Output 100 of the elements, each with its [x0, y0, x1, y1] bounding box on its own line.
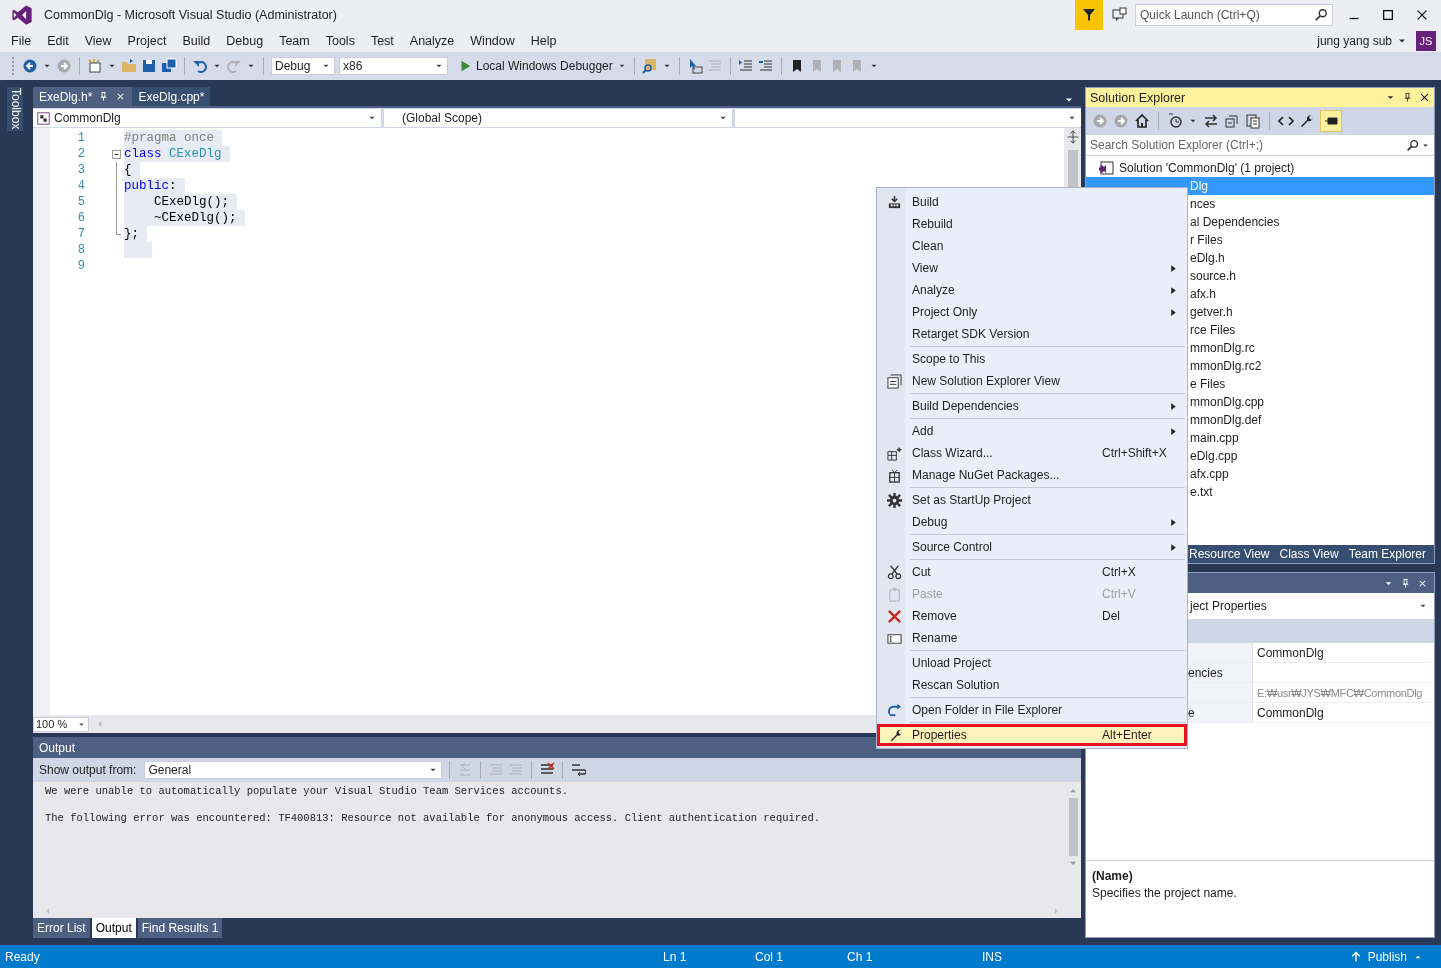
clock-icon[interactable]: [1167, 113, 1183, 129]
sync-icon[interactable]: [1203, 113, 1219, 129]
save-all-icon[interactable]: [161, 58, 177, 74]
save-icon[interactable]: [141, 58, 157, 74]
curved-arrow-icon: [887, 702, 902, 718]
home-icon[interactable]: [1134, 113, 1150, 129]
feedback-icon[interactable]: [1111, 7, 1127, 23]
property-value[interactable]: CommonDlg: [1253, 643, 1434, 662]
undo-icon[interactable]: [192, 58, 208, 74]
window-icon: [887, 373, 902, 389]
menu-item[interactable]: Add: [877, 420, 1187, 442]
user-avatar[interactable]: JS: [1416, 31, 1436, 51]
output-message: The following error was encountered: TF400813: Resource not available for anonymous access. Client authentication required.: [45, 812, 822, 824]
menu-item[interactable]: Remove Del: [877, 605, 1187, 627]
menu-item[interactable]: Clean: [877, 235, 1187, 257]
menu-item[interactable]: Analyze: [877, 279, 1187, 301]
platform-dropdown[interactable]: x86: [339, 57, 448, 75]
search-icon[interactable]: [1406, 138, 1419, 152]
quick-launch-field[interactable]: Quick Launch (Ctrl+Q): [1135, 4, 1333, 26]
word-wrap-icon[interactable]: [570, 762, 587, 778]
user-name[interactable]: jung yang sub: [1317, 34, 1392, 48]
menu-item[interactable]: Rename: [877, 627, 1187, 649]
document-tab[interactable]: ExeDlg.h*: [33, 87, 133, 106]
project-dropdown[interactable]: CommonDlg: [33, 109, 381, 127]
solution-icon: [1098, 160, 1114, 176]
menu-item[interactable]: Project Only: [877, 301, 1187, 323]
panel-tab[interactable]: Class View: [1279, 547, 1339, 561]
panel-tab[interactable]: Find Results 1: [137, 918, 223, 938]
menu-item[interactable]: Help: [522, 34, 565, 48]
menu-item[interactable]: Window: [462, 34, 523, 48]
menu-item[interactable]: Class Wizard... Ctrl+Shift+X: [877, 442, 1187, 464]
menu-item[interactable]: Manage NuGet Packages...: [877, 464, 1187, 486]
insert-mode-indicator: INS: [982, 949, 1002, 964]
menu-item[interactable]: View: [76, 34, 120, 48]
menu-item[interactable]: Analyze: [401, 34, 463, 48]
close-icon[interactable]: [1415, 8, 1429, 22]
line-number: 9: [76, 259, 85, 273]
notification-button[interactable]: [1075, 0, 1103, 30]
menu-item[interactable]: Team: [271, 34, 318, 48]
panel-tab[interactable]: Output: [91, 918, 136, 938]
menu-item[interactable]: Rebuild: [877, 213, 1187, 235]
menu-item[interactable]: Tools: [317, 34, 363, 48]
tree-item[interactable]: Solution 'CommonDlg' (1 project): [1086, 159, 1434, 177]
menu-item[interactable]: File: [3, 34, 40, 48]
search-field[interactable]: Search Solution Explorer (Ctrl+;): [1090, 138, 1404, 152]
menu-item[interactable]: View: [877, 257, 1187, 279]
start-debugging-button[interactable]: Local Windows Debugger: [458, 59, 627, 73]
menu-item[interactable]: Scope to This: [877, 348, 1187, 370]
split-icon[interactable]: [1065, 130, 1080, 144]
column-indicator: Col 1: [755, 949, 784, 964]
remove-icon: [887, 608, 902, 624]
status-text: Ready: [5, 949, 41, 964]
scrollbar-thumb[interactable]: [1068, 798, 1078, 856]
line-number: 5: [76, 195, 85, 209]
menu-item[interactable]: Test: [362, 34, 402, 48]
menu-item[interactable]: Debug: [218, 34, 272, 48]
output-message: We were unable to automatically populate your Visual Studio Team Services accounts.: [45, 785, 569, 797]
property-value[interactable]: E:₩usr₩JYS₩MFC₩CommonDlg: [1253, 683, 1434, 702]
menu-item[interactable]: Unload Project: [877, 652, 1187, 674]
property-value[interactable]: CommonDlg: [1253, 703, 1434, 722]
menu-item[interactable]: Edit: [39, 34, 77, 48]
menu-item[interactable]: Open Folder in File Explorer: [877, 699, 1187, 721]
scope-dropdown[interactable]: (Global Scope): [384, 109, 732, 127]
uncomment-icon[interactable]: [757, 58, 774, 74]
wrench-icon[interactable]: [1299, 113, 1315, 129]
publish-button[interactable]: Publish: [1349, 949, 1423, 964]
find-in-files-icon[interactable]: [641, 58, 658, 74]
panel-tab[interactable]: Team Explorer: [1348, 547, 1426, 561]
property-name: e: [1188, 703, 1253, 722]
menu-item[interactable]: Source Control: [877, 536, 1187, 558]
menu-item[interactable]: Set as StartUp Project: [877, 489, 1187, 511]
menu-item[interactable]: Properties Alt+Enter: [877, 724, 1187, 746]
menu-item[interactable]: Retarget SDK Version: [877, 323, 1187, 345]
output-source-dropdown[interactable]: General: [144, 761, 443, 779]
menu-item[interactable]: Build Dependencies: [877, 395, 1187, 417]
document-tab[interactable]: ExeDlg.cpp*: [132, 87, 211, 106]
menu-item[interactable]: Debug: [877, 511, 1187, 533]
filter-icon: [1081, 7, 1097, 23]
panel-tab[interactable]: Error List: [33, 918, 90, 938]
pin-icon[interactable]: [1402, 92, 1413, 103]
comment-icon[interactable]: [737, 58, 754, 74]
copy-icon[interactable]: [1245, 113, 1261, 129]
menu-item[interactable]: Build: [174, 34, 219, 48]
configuration-dropdown[interactable]: Debug: [271, 57, 335, 75]
line-number: 6: [76, 211, 85, 225]
scrollbar-thumb[interactable]: [1067, 150, 1078, 190]
menu-item[interactable]: Cut Ctrl+X: [877, 561, 1187, 583]
toolbox-tab[interactable]: Toolbox: [6, 87, 23, 131]
zoom-dropdown[interactable]: 100 %: [33, 716, 89, 732]
menu-item[interactable]: Rescan Solution: [877, 674, 1187, 696]
new-item-icon[interactable]: [87, 58, 103, 74]
maximize-icon[interactable]: [1381, 8, 1395, 22]
panel-tab[interactable]: Resource View: [1189, 547, 1270, 561]
menu-item[interactable]: New Solution Explorer View: [877, 370, 1187, 392]
close-icon[interactable]: [1419, 92, 1430, 103]
panel-title: Output: [39, 740, 76, 755]
menu-item[interactable]: Project: [119, 34, 175, 48]
collapse-icon[interactable]: [1224, 113, 1240, 129]
pin-icon[interactable]: [1400, 577, 1411, 589]
package-icon: [887, 467, 902, 483]
